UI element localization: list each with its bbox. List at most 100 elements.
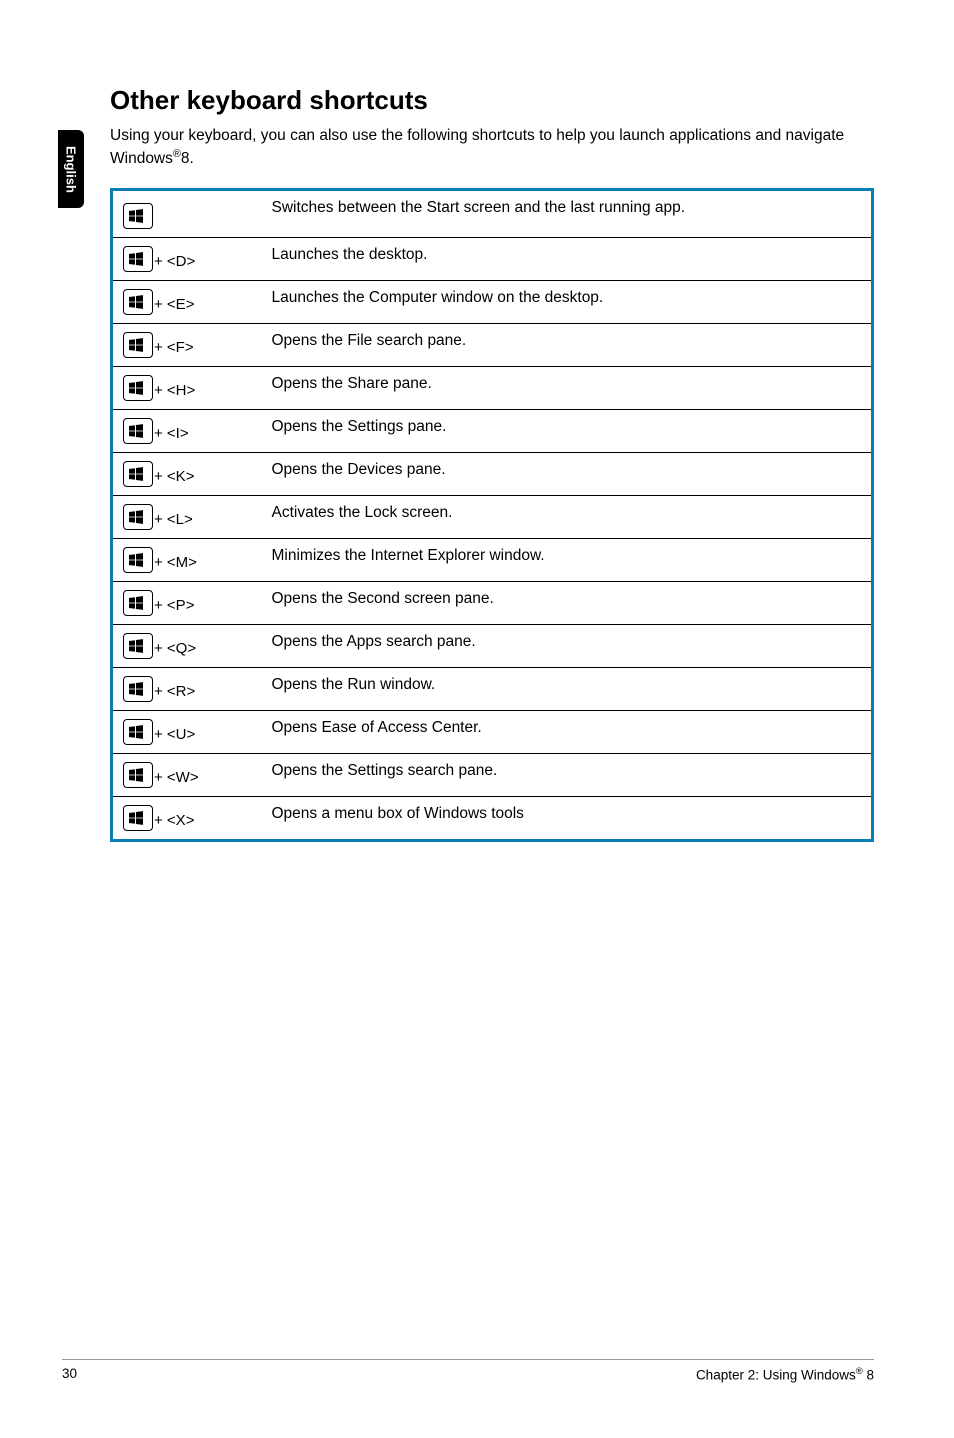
windows-logo-icon bbox=[128, 595, 144, 611]
key-suffix: + <Q> bbox=[154, 640, 196, 657]
table-row: + <E> Launches the Computer window on the… bbox=[112, 281, 873, 324]
shortcuts-tbody: Switches between the Start screen and th… bbox=[112, 190, 873, 841]
table-row: + <I> Opens the Settings pane. bbox=[112, 410, 873, 453]
intro-text: Using your keyboard, you can also use th… bbox=[110, 126, 874, 170]
registered-symbol: ® bbox=[856, 1366, 863, 1377]
table-row: + <Q> Opens the Apps search pane. bbox=[112, 625, 873, 668]
shortcut-keys: + <H> bbox=[112, 367, 262, 410]
windows-key bbox=[123, 633, 153, 659]
windows-key bbox=[123, 762, 153, 788]
shortcut-keys: + <P> bbox=[112, 582, 262, 625]
windows-key bbox=[123, 203, 153, 229]
shortcut-description: Opens the Share pane. bbox=[262, 367, 873, 410]
windows-key bbox=[123, 418, 153, 444]
key-suffix: + <M> bbox=[154, 554, 197, 571]
shortcut-keys bbox=[112, 190, 262, 238]
chapter-prefix: Chapter 2: Using Windows bbox=[696, 1367, 856, 1382]
key-suffix: + <H> bbox=[154, 382, 195, 399]
windows-logo-icon bbox=[128, 810, 144, 826]
shortcut-description: Opens the Devices pane. bbox=[262, 453, 873, 496]
shortcut-keys: + <W> bbox=[112, 754, 262, 797]
windows-logo-icon bbox=[128, 251, 144, 267]
windows-logo-icon bbox=[128, 509, 144, 525]
shortcut-keys: + <K> bbox=[112, 453, 262, 496]
key-suffix: + <K> bbox=[154, 468, 194, 485]
key-suffix: + <U> bbox=[154, 726, 195, 743]
table-row: + <X> Opens a menu box of Windows tools bbox=[112, 797, 873, 841]
table-row: + <M> Minimizes the Internet Explorer win… bbox=[112, 539, 873, 582]
shortcut-description: Opens the File search pane. bbox=[262, 324, 873, 367]
windows-key bbox=[123, 590, 153, 616]
windows-logo-icon bbox=[128, 208, 144, 224]
shortcut-description: Launches the desktop. bbox=[262, 238, 873, 281]
windows-key bbox=[123, 719, 153, 745]
table-row: + <K> Opens the Devices pane. bbox=[112, 453, 873, 496]
windows-key bbox=[123, 246, 153, 272]
registered-symbol: ® bbox=[173, 148, 181, 160]
table-row: + <U> Opens Ease of Access Center. bbox=[112, 711, 873, 754]
shortcut-description: Launches the Computer window on the desk… bbox=[262, 281, 873, 324]
shortcut-description: Opens the Settings pane. bbox=[262, 410, 873, 453]
key-suffix: + <F> bbox=[154, 339, 194, 356]
table-row: + <R> Opens the Run window. bbox=[112, 668, 873, 711]
windows-logo-icon bbox=[128, 380, 144, 396]
chapter-suffix: 8 bbox=[863, 1367, 874, 1382]
windows-key bbox=[123, 676, 153, 702]
key-suffix: + <I> bbox=[154, 425, 189, 442]
windows-key bbox=[123, 805, 153, 831]
shortcut-description: Opens the Settings search pane. bbox=[262, 754, 873, 797]
windows-logo-icon bbox=[128, 724, 144, 740]
windows-key bbox=[123, 375, 153, 401]
section-heading: Other keyboard shortcuts bbox=[110, 85, 874, 116]
windows-key bbox=[123, 547, 153, 573]
shortcut-keys: + <M> bbox=[112, 539, 262, 582]
shortcut-keys: + <E> bbox=[112, 281, 262, 324]
table-row: Switches between the Start screen and th… bbox=[112, 190, 873, 238]
windows-key bbox=[123, 332, 153, 358]
table-row: + <P> Opens the Second screen pane. bbox=[112, 582, 873, 625]
table-row: + <D> Launches the desktop. bbox=[112, 238, 873, 281]
shortcut-keys: + <X> bbox=[112, 797, 262, 841]
windows-key bbox=[123, 289, 153, 315]
chapter-label: Chapter 2: Using Windows® 8 bbox=[696, 1366, 874, 1383]
table-row: + <W>Opens the Settings search pane. bbox=[112, 754, 873, 797]
shortcut-description: Opens the Apps search pane. bbox=[262, 625, 873, 668]
table-row: + <L>Activates the Lock screen. bbox=[112, 496, 873, 539]
shortcut-keys: + <U> bbox=[112, 711, 262, 754]
windows-logo-icon bbox=[128, 423, 144, 439]
shortcut-keys: + <I> bbox=[112, 410, 262, 453]
page-number: 30 bbox=[62, 1366, 77, 1383]
shortcut-description: Minimizes the Internet Explorer window. bbox=[262, 539, 873, 582]
table-row: + <F> Opens the File search pane. bbox=[112, 324, 873, 367]
shortcut-keys: + <Q> bbox=[112, 625, 262, 668]
key-suffix: + <E> bbox=[154, 296, 194, 313]
windows-logo-icon bbox=[128, 638, 144, 654]
windows-logo-icon bbox=[128, 337, 144, 353]
windows-logo-icon bbox=[128, 552, 144, 568]
key-suffix: + <R> bbox=[154, 683, 195, 700]
intro-suffix: 8. bbox=[181, 150, 194, 167]
intro-prefix: Using your keyboard, you can also use th… bbox=[110, 127, 844, 167]
shortcut-description: Opens the Second screen pane. bbox=[262, 582, 873, 625]
key-suffix: + <D> bbox=[154, 253, 195, 270]
shortcuts-table: Switches between the Start screen and th… bbox=[110, 188, 874, 842]
windows-logo-icon bbox=[128, 681, 144, 697]
windows-logo-icon bbox=[128, 466, 144, 482]
windows-key bbox=[123, 504, 153, 530]
shortcut-keys: + <R> bbox=[112, 668, 262, 711]
shortcut-description: Opens Ease of Access Center. bbox=[262, 711, 873, 754]
windows-logo-icon bbox=[128, 767, 144, 783]
windows-logo-icon bbox=[128, 294, 144, 310]
windows-key bbox=[123, 461, 153, 487]
key-suffix: + <X> bbox=[154, 812, 194, 829]
language-tab: English bbox=[58, 130, 84, 208]
page-footer: 30 Chapter 2: Using Windows® 8 bbox=[62, 1359, 874, 1383]
shortcut-description: Activates the Lock screen. bbox=[262, 496, 873, 539]
key-suffix: + <P> bbox=[154, 597, 194, 614]
shortcut-description: Switches between the Start screen and th… bbox=[262, 190, 873, 238]
shortcut-description: Opens a menu box of Windows tools bbox=[262, 797, 873, 841]
shortcut-description: Opens the Run window. bbox=[262, 668, 873, 711]
shortcut-keys: + <F> bbox=[112, 324, 262, 367]
shortcut-keys: + <L> bbox=[112, 496, 262, 539]
table-row: + <H> Opens the Share pane. bbox=[112, 367, 873, 410]
